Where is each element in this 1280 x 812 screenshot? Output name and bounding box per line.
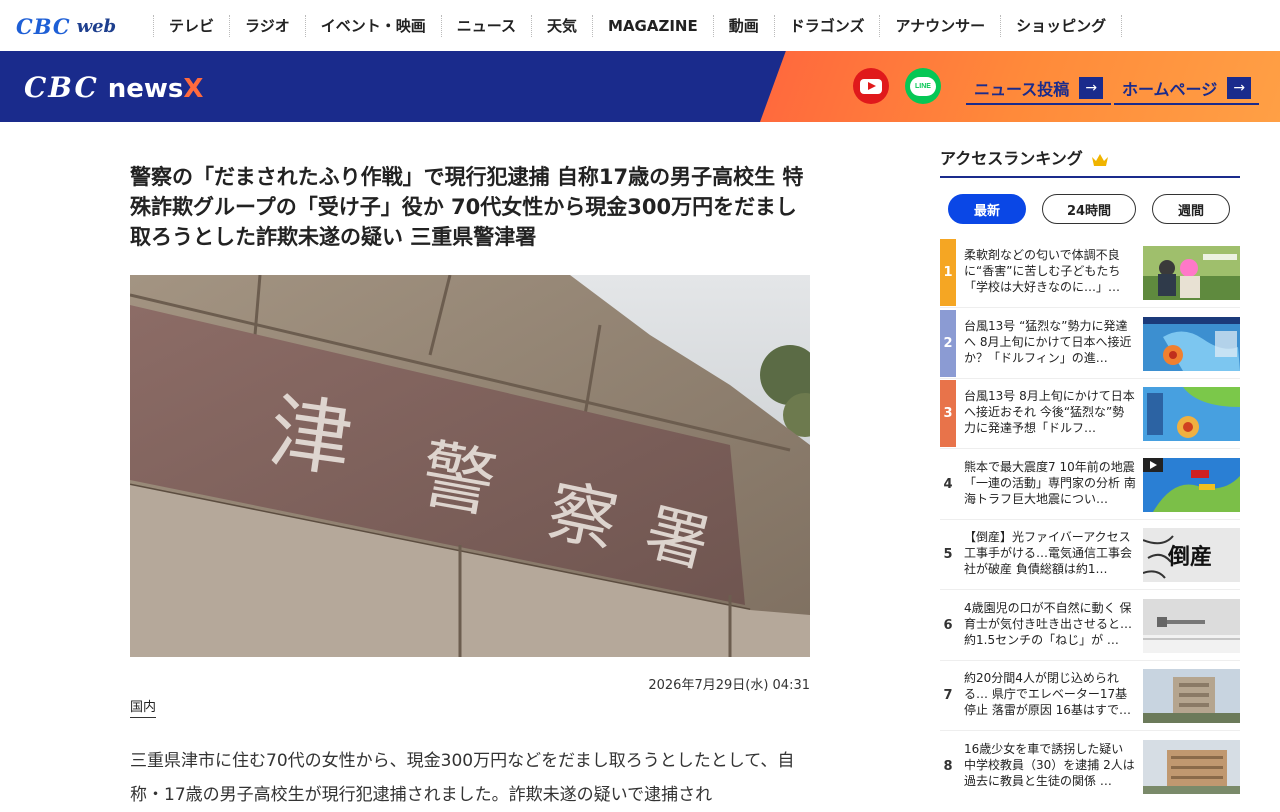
rank-headline: 約20分間4人が閉じ込められる… 県庁でエレベーター17基停止 落雷が原因 16… [964, 671, 1132, 717]
topnav-menu: テレビ ラジオ イベント・映画 ニュース 天気 MAGAZINE 動画 ドラゴン… [153, 15, 1123, 37]
tab-latest[interactable]: 最新 [948, 194, 1026, 224]
rank-number: 8 [943, 758, 953, 774]
sign-char-2: 警 [414, 431, 502, 529]
rank-thumbnail [1143, 669, 1240, 723]
newsx-banner: CBC newsX LINE ニュース投稿 → ホームページ → [0, 51, 1280, 122]
rank-divider [940, 377, 1240, 379]
ranking-item[interactable]: 7 約20分間4人が閉じ込められる… 県庁でエレベーター17基停止 落雷が原因 … [940, 662, 1240, 731]
ranking-item[interactable]: 3 台風13号 8月上旬にかけて日本へ接近おそれ 今後“猛烈な”勢力に発達予想「… [940, 380, 1240, 449]
rank-thumbnail [1143, 598, 1240, 653]
topnav-item-radio[interactable]: ラジオ [229, 15, 305, 37]
ranking-item[interactable]: 1 柔軟剤などの匂いで体調不良に“香害”に苦しむ子どもたち「学校は大好きなのに…… [940, 239, 1240, 308]
newsx-logo-x: X [183, 74, 204, 104]
cbc-newsx-logo[interactable]: CBC newsX [24, 71, 203, 104]
rank-divider [940, 518, 1240, 520]
rank-thumbnail [1143, 246, 1240, 300]
topnav-item-shopping[interactable]: ショッピング [1000, 15, 1123, 37]
line-logo-text: LINE [910, 76, 936, 96]
homepage-link[interactable]: ホームページ → [1114, 73, 1260, 105]
ranking-tabs: 最新 24時間 週間 [948, 194, 1230, 224]
news-post-link[interactable]: ニュース投稿 → [966, 73, 1112, 105]
arrow-right-icon: → [1079, 77, 1104, 99]
rank-headline: 【倒産】光ファイバーアクセス工事手がける…電気通信工事会社が破産 負債総額は約1… [964, 530, 1133, 576]
news-post-label: ニュース投稿 [974, 80, 1070, 99]
newsx-logo-cbc: CBC [24, 71, 99, 104]
topnav-item-video[interactable]: 動画 [712, 15, 774, 37]
cbc-web-logo[interactable]: CBC web [16, 13, 117, 39]
ranking-item[interactable]: 6 4歳園児の口が不自然に動く 保育士が気付き吐き出させると…約1.5センチの「… [940, 592, 1240, 661]
topnav-item-dragons[interactable]: ドラゴンズ [773, 15, 880, 37]
ranking-item[interactable]: 2 台風13号 “猛烈な”勢力に発達へ 8月上旬にかけて日本へ接近か？「ドルフィ… [940, 309, 1240, 379]
bankruptcy-thumb-text: 倒産 [1167, 544, 1212, 570]
rank-number: 2 [940, 309, 956, 377]
rank-headline: 4歳園児の口が不自然に動く 保育士が気付き吐き出させると…約1.5センチの「ねじ… [964, 600, 1133, 647]
rank-headline: 16歳少女を車で誘拐した疑い 中学校教員（30）を逮捕 2人は過去に教員と生徒の… [964, 741, 1135, 788]
rank-number: 3 [940, 380, 956, 447]
article-category[interactable]: 国内 [130, 699, 157, 718]
rank-number: 7 [943, 688, 953, 703]
article-body: 三重県津市に住む70代の女性から、現金300万円などをだまし取ろうとしたとして、… [130, 751, 795, 805]
rank-divider [940, 589, 1240, 590]
rank-number: 5 [943, 547, 953, 562]
ranking-item[interactable]: 8 16歳少女を車で誘拐した疑い 中学校教員（30）を逮捕 2人は過去に教員と生… [940, 733, 1240, 800]
rank-number: 1 [940, 239, 956, 306]
line-icon[interactable]: LINE [905, 68, 941, 104]
article-image: 津 警 察 署 [130, 275, 810, 657]
police-station-sign-image: 津 警 察 署 [130, 275, 810, 657]
web-logo-text: web [76, 15, 117, 37]
rank-headline: 熊本で最大震度7 10年前の地震「一連の活動」専門家の分析 南海トラフ巨大地震に… [964, 459, 1136, 506]
rank-thumbnail [1143, 316, 1240, 371]
rank-thumbnail: 倒産 [1143, 528, 1240, 582]
site-topnav: CBC web テレビ ラジオ イベント・映画 ニュース 天気 MAGAZINE… [0, 0, 1280, 51]
arrow-right-icon: → [1227, 77, 1252, 99]
ranking-title: アクセスランキング [940, 149, 1083, 168]
cbc-logo-text: CBC [16, 13, 71, 39]
topnav-item-events[interactable]: イベント・映画 [304, 15, 441, 37]
newsx-logo-news: news [107, 74, 184, 104]
topnav-item-tv[interactable]: テレビ [153, 15, 229, 37]
ranking-header: アクセスランキング [940, 147, 1240, 178]
rank-divider [940, 448, 1240, 449]
crown-icon [1091, 154, 1108, 166]
ranking-item[interactable]: 5 【倒産】光ファイバーアクセス工事手がける…電気通信工事会社が破産 負債総額は… [940, 521, 1240, 590]
tab-weekly[interactable]: 週間 [1152, 194, 1230, 224]
article-date: 2026年7月29日(水) 04:31 [648, 678, 810, 693]
topnav-item-news[interactable]: ニュース [440, 15, 531, 37]
newsx-logo-word: newsX [108, 74, 204, 104]
topnav-item-announcer[interactable]: アナウンサー [879, 15, 1000, 37]
rank-thumbnail [1143, 739, 1240, 794]
rank-headline: 柔軟剤などの匂いで体調不良に“香害”に苦しむ子どもたち「学校は大好きなのに…」… [964, 248, 1121, 294]
ranking-item[interactable]: 4 熊本で最大震度7 10年前の地震「一連の活動」専門家の分析 南海トラフ巨大地… [940, 451, 1240, 520]
sign-char-1: 津 [263, 384, 357, 489]
rank-headline: 台風13号 “猛烈な”勢力に発達へ 8月上旬にかけて日本へ接近か？「ドルフィン」… [964, 318, 1132, 365]
article-title: 警察の「だまされたふり作戦」で現行犯逮捕 自称17歳の男子高校生 特殊詐欺グルー… [130, 165, 804, 249]
rank-thumbnail [1143, 457, 1240, 512]
youtube-play-icon [860, 78, 882, 94]
youtube-icon[interactable] [853, 68, 889, 104]
rank-divider [940, 730, 1240, 731]
topnav-item-magazine[interactable]: MAGAZINE [592, 15, 713, 37]
topnav-item-weather[interactable]: 天気 [531, 15, 592, 37]
rank-headline: 台風13号 8月上旬にかけて日本へ接近おそれ 今後“猛烈な”勢力に発達予想「ドル… [964, 389, 1135, 435]
ranking-list: 1 柔軟剤などの匂いで体調不良に“香害”に苦しむ子どもたち「学校は大好きなのに…… [940, 239, 1240, 803]
rank-divider [940, 659, 1240, 661]
homepage-label: ホームページ [1122, 80, 1218, 99]
rank-thumbnail [1143, 387, 1240, 441]
tab-24h[interactable]: 24時間 [1042, 194, 1136, 224]
rank-divider [940, 307, 1240, 308]
rank-number: 6 [943, 617, 953, 633]
rank-number: 4 [943, 476, 953, 492]
